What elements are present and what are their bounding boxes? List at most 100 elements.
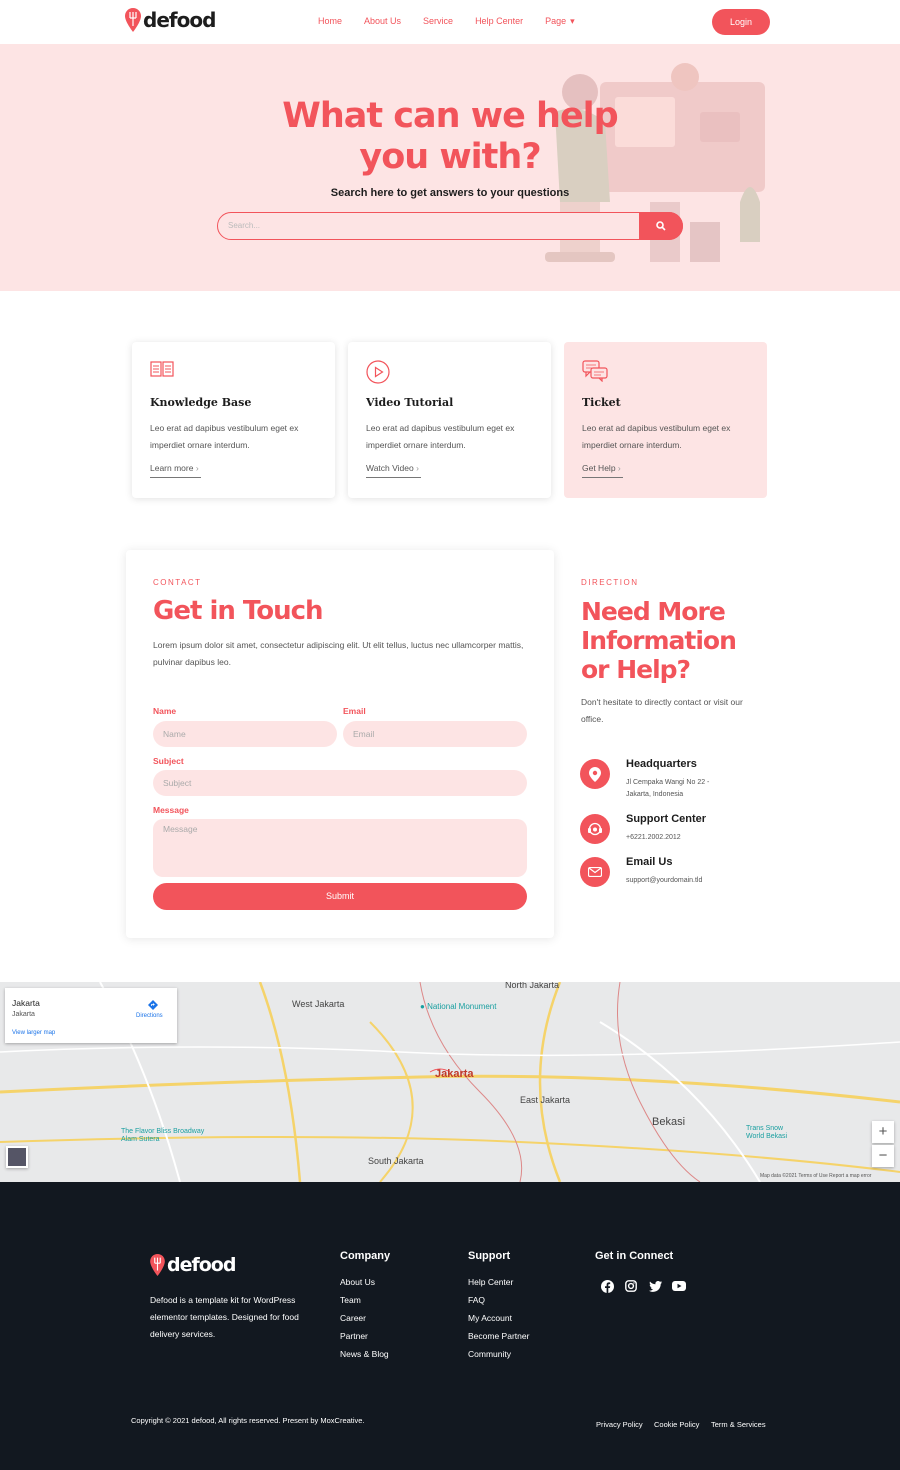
hero-section: What can we help you with? Search here t…	[0, 44, 900, 291]
get-help-link[interactable]: Get Help ›	[582, 463, 623, 478]
map-label-flavor-bliss: The Flavor Bliss Broadway Alam Sutera	[121, 1128, 205, 1143]
twitter-icon[interactable]	[647, 1278, 663, 1294]
nav-item-page-label: Page	[545, 16, 567, 26]
search-button[interactable]	[639, 211, 683, 240]
contact-text: Lorem ipsum dolor sit amet, consectetur …	[153, 640, 524, 667]
map-label-bekasi: Bekasi	[652, 1116, 686, 1128]
nav-item-about[interactable]: About Us	[364, 16, 401, 27]
info-title: Email Us	[626, 856, 673, 868]
name-label: Name	[153, 706, 177, 716]
map-label-monument: ● National Monument	[420, 1002, 496, 1011]
logo-pin-icon	[150, 1254, 165, 1276]
footer-company-title: Company	[340, 1250, 391, 1262]
instagram-icon[interactable]	[623, 1278, 639, 1294]
chat-icon	[582, 360, 608, 382]
message-label: Message	[153, 805, 189, 815]
footer-cookie-link[interactable]: Cookie Policy	[654, 1420, 699, 1429]
search-box: Search...	[217, 211, 683, 240]
satellite-toggle[interactable]	[6, 1146, 28, 1168]
direction-text: Don't hesitate to directly contact or vi…	[581, 697, 743, 724]
contact-eyebrow: CONTACT	[153, 578, 202, 587]
footer-link-community[interactable]: Community	[468, 1349, 511, 1359]
direction-eyebrow: DIRECTION	[581, 578, 639, 587]
footer-link-help-center[interactable]: Help Center	[468, 1277, 513, 1287]
subject-label: Subject	[153, 756, 184, 766]
footer-link-account[interactable]: My Account	[468, 1313, 512, 1323]
play-icon	[366, 360, 390, 384]
footer-link-news[interactable]: News & Blog	[340, 1349, 389, 1359]
footer-link-partner[interactable]: Partner	[340, 1331, 368, 1341]
map-label-east-jakarta: East Jakarta	[520, 1095, 571, 1105]
watch-video-link[interactable]: Watch Video ›	[366, 463, 421, 478]
footer-link-about[interactable]: About Us	[340, 1277, 375, 1287]
info-title: Headquarters	[626, 758, 697, 770]
nav-item-home[interactable]: Home	[318, 16, 342, 27]
card-video-tutorial: Video Tutorial Leo erat ad dapibus vesti…	[348, 342, 551, 498]
search-input[interactable]: Search...	[228, 221, 260, 230]
card-text: Leo erat ad dapibus vestibulum eget ex i…	[582, 423, 731, 450]
map-info-card: Jakarta Jakarta View larger map Directio…	[5, 988, 177, 1043]
map-card-title: Jakarta	[12, 998, 40, 1008]
nav-item-page[interactable]: Page ▾	[545, 16, 575, 27]
chevron-down-icon: ▾	[570, 16, 575, 26]
submit-button[interactable]: Submit	[153, 883, 527, 910]
footer-privacy-link[interactable]: Privacy Policy	[596, 1420, 643, 1429]
footer-logo-text: defood	[167, 1254, 236, 1276]
facebook-icon[interactable]	[599, 1278, 615, 1294]
zoom-in-button[interactable]: +	[872, 1121, 894, 1143]
learn-more-link[interactable]: Learn more ›	[150, 463, 201, 478]
logo[interactable]: defood	[125, 8, 216, 32]
map-label-south-jakarta: South Jakarta	[368, 1156, 424, 1166]
copyright: Copyright © 2021 defood, All rights rese…	[131, 1416, 365, 1425]
footer-link-team[interactable]: Team	[340, 1295, 361, 1305]
card-text: Leo erat ad dapibus vestibulum eget ex i…	[150, 423, 299, 450]
card-ticket: Ticket Leo erat ad dapibus vestibulum eg…	[564, 342, 767, 498]
map-label-monument-text: National Monument	[427, 1002, 497, 1011]
search-icon	[656, 220, 666, 231]
email-field[interactable]: Email	[343, 721, 527, 747]
mail-icon	[580, 857, 610, 887]
card-knowledge-base: Knowledge Base Leo erat ad dapibus vesti…	[132, 342, 335, 498]
map-embed[interactable]: North Jakarta West Jakarta ● National Mo…	[0, 982, 900, 1182]
info-title: Support Center	[626, 813, 707, 825]
nav-item-service[interactable]: Service	[423, 16, 453, 27]
footer-link-become-partner[interactable]: Become Partner	[468, 1331, 529, 1341]
info-text: +6221.2002.2012	[626, 834, 681, 841]
subject-field[interactable]: Subject	[153, 770, 527, 796]
site-footer: defood Defood is a template kit for Word…	[0, 1182, 900, 1470]
footer-connect-title: Get in Connect	[595, 1250, 674, 1262]
location-pin-icon	[580, 759, 610, 789]
link-label: Get Help	[582, 463, 616, 473]
card-title: Ticket	[582, 396, 621, 409]
message-field[interactable]: Message	[153, 819, 527, 877]
info-text: support@yourdomain.tld	[626, 877, 703, 884]
chevron-right-icon: ›	[195, 463, 199, 473]
login-button[interactable]: Login	[712, 9, 770, 35]
contact-form-card: CONTACT Get in Touch Lorem ipsum dolor s…	[126, 550, 554, 938]
youtube-icon[interactable]	[671, 1278, 687, 1294]
footer-link-career[interactable]: Career	[340, 1313, 366, 1323]
contact-title: Get in Touch	[153, 596, 324, 626]
logo-pin-icon	[125, 8, 141, 32]
directions-link[interactable]: Directions	[136, 1013, 163, 1019]
footer-logo[interactable]: defood	[150, 1254, 236, 1276]
direction-title: Need More Information or Help?	[581, 597, 737, 684]
card-text: Leo erat ad dapibus vestibulum eget ex i…	[366, 423, 515, 450]
map-card-sub: Jakarta	[12, 1011, 35, 1018]
link-label: Watch Video	[366, 463, 414, 473]
map-pin-icon: ●	[420, 1002, 425, 1011]
directions-icon[interactable]	[148, 1000, 158, 1010]
view-larger-map-link[interactable]: View larger map	[12, 1030, 55, 1036]
main-nav: Home About Us Service Help Center Page ▾	[318, 16, 597, 27]
logo-text: defood	[143, 8, 216, 32]
site-header: defood Home About Us Service Help Center…	[0, 0, 900, 44]
map-label-west-jakarta: West Jakarta	[292, 999, 345, 1009]
footer-link-faq[interactable]: FAQ	[468, 1295, 485, 1305]
name-field[interactable]: Name	[153, 721, 337, 747]
map-label-jakarta: Jakarta	[435, 1068, 474, 1080]
zoom-out-button[interactable]: −	[872, 1145, 894, 1167]
nav-item-help-center[interactable]: Help Center	[475, 16, 523, 27]
info-text: Jl Cempaka Wangi No 22 - Jakarta, Indone…	[626, 779, 710, 798]
footer-tagline: Defood is a template kit for WordPress e…	[150, 1295, 299, 1339]
footer-terms-link[interactable]: Term & Services	[711, 1420, 766, 1429]
